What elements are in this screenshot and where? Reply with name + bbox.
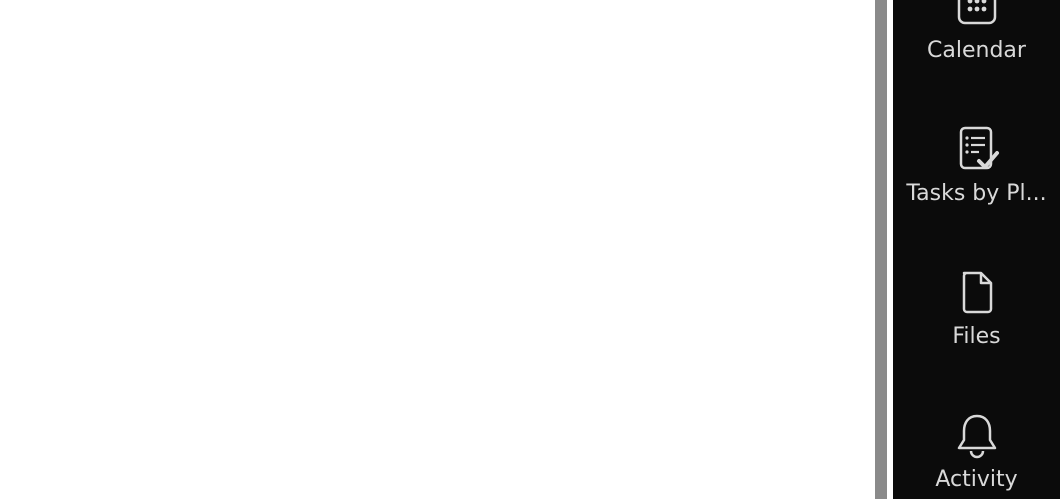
app-bar: Calendar Tasks by Pl... Files Activity bbox=[893, 0, 1060, 499]
calendar-icon bbox=[950, 0, 1004, 33]
app-bar-item-label: Files bbox=[952, 324, 1001, 349]
app-bar-item-label: Activity bbox=[935, 467, 1018, 492]
tasks-icon bbox=[950, 122, 1004, 176]
app-bar-item-calendar[interactable]: Calendar bbox=[893, 0, 1060, 82]
app-bar-item-tasks[interactable]: Tasks by Pl... bbox=[893, 105, 1060, 225]
file-icon bbox=[950, 265, 1004, 319]
app-bar-item-files[interactable]: Files bbox=[893, 248, 1060, 368]
main-content-area bbox=[0, 0, 875, 499]
app-bar-item-label: Tasks by Pl... bbox=[906, 181, 1047, 206]
vertical-scrollbar[interactable] bbox=[875, 0, 887, 499]
app-bar-item-label: Calendar bbox=[927, 38, 1026, 63]
app-window: Calendar Tasks by Pl... Files Activity bbox=[0, 0, 1060, 499]
app-bar-item-activity[interactable]: Activity bbox=[893, 391, 1060, 499]
bell-icon bbox=[950, 408, 1004, 462]
